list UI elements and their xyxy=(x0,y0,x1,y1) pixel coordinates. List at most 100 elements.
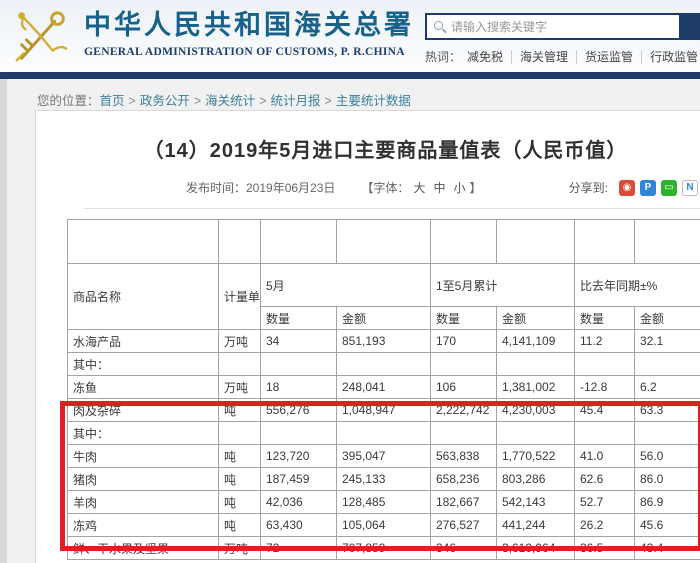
sina-weibo-icon[interactable]: ◉ xyxy=(619,180,635,196)
breadcrumb-separator: > xyxy=(194,94,201,108)
commodity-name-cell: 其中： xyxy=(68,353,219,376)
commodity-name-cell: 羊肉 xyxy=(68,491,219,514)
page: { "header": { "org_name_cn": "中华人民共和国海关总… xyxy=(0,0,700,563)
hot-word-link[interactable]: 减免税 xyxy=(465,50,511,64)
col-header-cumulative: 1至5月累计 xyxy=(431,264,575,307)
hot-words-links: 减免税海关管理货运监管行政监管 xyxy=(465,48,700,65)
value-cell: 吨 xyxy=(219,445,261,468)
value-cell: 36.5 xyxy=(575,537,635,560)
publish-time: 发布时间：2019年06月23日 xyxy=(186,179,335,196)
table-row: 牛肉吨123,720395,047563,8381,770,52241.056.… xyxy=(68,445,700,468)
value-cell: 吨 xyxy=(219,468,261,491)
search-button[interactable] xyxy=(681,13,700,40)
table-row: 冻鸡吨63,430105,064276,527441,24426.245.6 xyxy=(68,514,700,537)
value-cell: 吨 xyxy=(219,514,261,537)
commodity-name-cell: 猪肉 xyxy=(68,468,219,491)
commodity-name-cell: 水海产品 xyxy=(68,330,219,353)
hot-word-link[interactable]: 海关管理 xyxy=(511,50,576,64)
value-cell: 11.2 xyxy=(575,330,635,353)
value-cell: 6.2 xyxy=(635,376,700,399)
breadcrumb-label: 您的位置： xyxy=(37,94,100,108)
value-cell: 276,527 xyxy=(431,514,497,537)
netease-icon[interactable]: N xyxy=(682,180,698,196)
value-cell: 2,222,742 xyxy=(431,399,497,422)
article-meta-row: 发布时间：2019年06月23日 【字体： 大中小 】 分享到: ◉P▭N人 xyxy=(36,179,700,196)
value-cell xyxy=(431,422,497,445)
breadcrumb-link[interactable]: 政务公开 xyxy=(140,94,190,108)
value-cell xyxy=(575,353,635,376)
hot-words-bar: 热词： 减免税海关管理货运监管行政监管 xyxy=(425,48,700,65)
breadcrumb-separator: > xyxy=(129,94,136,108)
value-cell xyxy=(635,353,700,376)
font-size-button[interactable]: 大 xyxy=(413,181,425,195)
org-title-block: 中华人民共和国海关总署 GENERAL ADMINISTRATION OF CU… xyxy=(84,8,414,58)
breadcrumb-link[interactable]: 统计月报 xyxy=(271,94,321,108)
table-row: 鲜、干水果及坚果万吨72707,8593463,610,96436.543.4 xyxy=(68,537,700,560)
commodity-name-cell: 其中： xyxy=(68,422,219,445)
value-cell: 41.0 xyxy=(575,445,635,468)
col-header-may: 5月 xyxy=(261,264,431,307)
value-cell: 32.1 xyxy=(635,330,700,353)
value-cell: 4,141,109 xyxy=(497,330,575,353)
org-name-cn: 中华人民共和国海关总署 xyxy=(84,8,414,42)
hot-word-link[interactable]: 行政监管 xyxy=(641,50,700,64)
value-cell: 34 xyxy=(261,330,337,353)
value-cell: 86.0 xyxy=(635,468,700,491)
value-cell: -12.8 xyxy=(575,376,635,399)
value-cell: 128,485 xyxy=(337,491,431,514)
value-cell xyxy=(497,422,575,445)
value-cell: 803,286 xyxy=(497,468,575,491)
breadcrumb-separator: > xyxy=(325,94,332,108)
table-row: 其中： xyxy=(68,353,700,376)
value-cell: 346 xyxy=(431,537,497,560)
value-cell: 56.0 xyxy=(635,445,700,468)
value-cell: 556,276 xyxy=(261,399,337,422)
value-cell xyxy=(219,353,261,376)
table-head: 商品名称 计量单位 5月 1至5月累计 比去年同期±% 数量 金额 数量 金额 … xyxy=(68,220,700,330)
value-cell: 18 xyxy=(261,376,337,399)
value-cell: 万吨 xyxy=(219,537,261,560)
breadcrumb-link[interactable]: 主要统计数据 xyxy=(336,94,411,108)
value-cell: 43.4 xyxy=(635,537,700,560)
hot-word-link[interactable]: 货运监管 xyxy=(576,50,641,64)
wechat-icon[interactable]: ▭ xyxy=(661,180,677,196)
breadcrumb-links: 首页>政务公开>海关统计>统计月报>主要统计数据 xyxy=(100,94,411,108)
value-cell: 106 xyxy=(431,376,497,399)
value-cell: 万吨 xyxy=(219,330,261,353)
navy-divider-bar xyxy=(0,72,700,79)
value-cell xyxy=(261,422,337,445)
org-name-en: GENERAL ADMINISTRATION OF CUSTOMS, P. R.… xyxy=(84,46,414,58)
share-label: 分享到: xyxy=(569,179,608,196)
value-cell: 3,610,964 xyxy=(497,537,575,560)
col-header-qty: 数量 xyxy=(575,307,635,330)
value-cell xyxy=(261,353,337,376)
table-row: 其中： xyxy=(68,422,700,445)
col-header-val: 金额 xyxy=(635,307,700,330)
value-cell: 851,193 xyxy=(337,330,431,353)
value-cell: 45.4 xyxy=(575,399,635,422)
breadcrumb-link[interactable]: 首页 xyxy=(100,94,125,108)
value-cell: 563,838 xyxy=(431,445,497,468)
value-cell xyxy=(219,422,261,445)
meta-divider xyxy=(84,208,700,209)
value-cell xyxy=(497,353,575,376)
page-title: （14）2019年5月进口主要商品量值表（人民币值） xyxy=(36,137,700,165)
value-cell xyxy=(431,353,497,376)
font-size-prefix: 【字体： xyxy=(361,179,409,196)
value-cell: 105,064 xyxy=(337,514,431,537)
font-size-buttons: 大中小 xyxy=(409,179,469,196)
value-cell: 170 xyxy=(431,330,497,353)
value-cell: 26.2 xyxy=(575,514,635,537)
value-cell xyxy=(337,422,431,445)
customs-emblem-icon xyxy=(10,6,72,68)
font-size-button[interactable]: 中 xyxy=(433,181,445,195)
table-row: 肉及杂碎吨556,2761,048,9472,222,7424,230,0034… xyxy=(68,399,700,422)
value-cell: 441,244 xyxy=(497,514,575,537)
font-size-button[interactable]: 小 xyxy=(453,181,465,195)
value-cell: 4,230,003 xyxy=(497,399,575,422)
site-header: 中华人民共和国海关总署 GENERAL ADMINISTRATION OF CU… xyxy=(0,0,700,72)
breadcrumb-link[interactable]: 海关统计 xyxy=(205,94,255,108)
search-input[interactable] xyxy=(427,15,679,38)
tencent-qq-icon[interactable]: P xyxy=(640,180,656,196)
table-row: 冻鱼万吨18248,0411061,381,002-12.86.2 xyxy=(68,376,700,399)
